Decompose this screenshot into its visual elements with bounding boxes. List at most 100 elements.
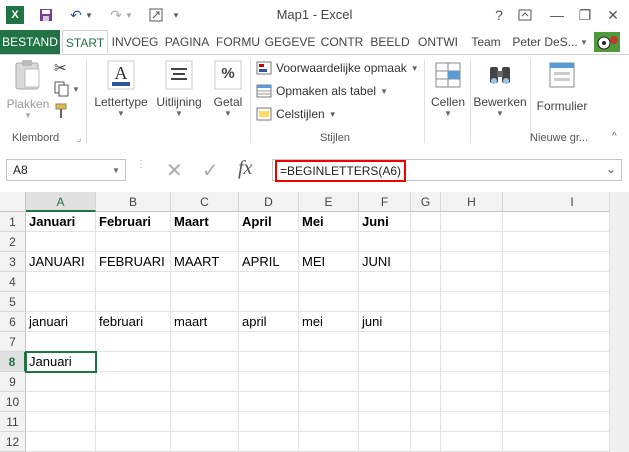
cell-styles-button[interactable]: Celstijlen ▼	[256, 104, 337, 124]
cell[interactable]	[441, 432, 503, 452]
cell[interactable]	[239, 272, 299, 292]
expand-formula-bar-icon[interactable]: ⌄	[606, 162, 616, 176]
tab-start[interactable]: START	[62, 30, 108, 54]
help-button[interactable]: ?	[488, 4, 510, 26]
cell[interactable]	[441, 372, 503, 392]
cell[interactable]: mei	[299, 312, 359, 332]
cell[interactable]	[299, 332, 359, 352]
cell[interactable]	[359, 272, 411, 292]
cell[interactable]	[359, 232, 411, 252]
tab-ontwi[interactable]: ONTWI	[414, 30, 462, 54]
cell[interactable]	[411, 412, 441, 432]
cell[interactable]: januari	[26, 312, 96, 332]
cell[interactable]	[441, 352, 503, 372]
row-header[interactable]: 5	[0, 292, 26, 312]
cell[interactable]	[359, 332, 411, 352]
cell[interactable]	[359, 352, 411, 372]
row-header[interactable]: 11	[0, 412, 26, 432]
copy-icon[interactable]	[54, 81, 72, 99]
cell[interactable]	[26, 232, 96, 252]
cell[interactable]: MAART	[171, 252, 239, 272]
cell[interactable]	[441, 412, 503, 432]
row-header[interactable]: 10	[0, 392, 26, 412]
cell[interactable]	[96, 372, 171, 392]
cell[interactable]: JUNI	[359, 252, 411, 272]
tab-gegeve[interactable]: GEGEVE	[264, 30, 316, 54]
cell[interactable]	[299, 232, 359, 252]
cell[interactable]	[96, 352, 171, 372]
cells-button[interactable]: Cellen ▼	[426, 59, 470, 118]
cell[interactable]	[171, 412, 239, 432]
cell[interactable]	[441, 252, 503, 272]
cell[interactable]	[299, 352, 359, 372]
cell[interactable]	[171, 432, 239, 452]
cell[interactable]	[26, 272, 96, 292]
name-box-dropdown-icon[interactable]: ▼	[112, 166, 120, 175]
cell[interactable]	[359, 432, 411, 452]
cell[interactable]	[171, 272, 239, 292]
conditional-formatting-button[interactable]: Voorwaardelijke opmaak ▼	[256, 58, 419, 78]
format-painter-icon[interactable]	[54, 103, 72, 121]
cell[interactable]: Mei	[299, 212, 359, 232]
cell[interactable]	[26, 392, 96, 412]
cell[interactable]	[96, 332, 171, 352]
tab-pagina[interactable]: PAGINA	[162, 30, 212, 54]
cell[interactable]	[411, 252, 441, 272]
cell[interactable]	[411, 272, 441, 292]
worksheet-grid[interactable]: ABCDEFGHI 1 2 3 4 5 6 7 8 9 10 11 12 Januari Februar…	[0, 192, 629, 452]
cell[interactable]	[299, 412, 359, 432]
row-header[interactable]: 3	[0, 252, 26, 272]
cell[interactable]	[171, 392, 239, 412]
cell[interactable]	[299, 292, 359, 312]
cell[interactable]	[239, 292, 299, 312]
cell[interactable]	[411, 232, 441, 252]
cell[interactable]	[411, 312, 441, 332]
cell[interactable]	[171, 232, 239, 252]
enter-icon[interactable]: ✓	[202, 158, 219, 183]
cell[interactable]	[359, 292, 411, 312]
row-header[interactable]: 1	[0, 212, 26, 232]
cell[interactable]	[96, 232, 171, 252]
cancel-icon[interactable]: ✕	[166, 158, 183, 183]
cell[interactable]	[239, 372, 299, 392]
alignment-button[interactable]: Uitlijning ▼	[152, 59, 206, 118]
cell[interactable]	[26, 332, 96, 352]
cell[interactable]	[441, 392, 503, 412]
cell[interactable]	[411, 392, 441, 412]
cell[interactable]	[441, 312, 503, 332]
cell[interactable]	[411, 332, 441, 352]
cell[interactable]: JANUARI	[26, 252, 96, 272]
copy-dropdown-icon[interactable]: ▼	[72, 85, 80, 94]
cell[interactable]	[171, 372, 239, 392]
row-header[interactable]: 6	[0, 312, 26, 332]
formula-input[interactable]: =BEGINLETTERS(A6)	[272, 159, 622, 182]
clipboard-launcher-icon[interactable]: ⌟	[77, 133, 81, 144]
cell[interactable]	[441, 332, 503, 352]
column-header[interactable]: H	[441, 192, 503, 212]
cell[interactable]	[299, 272, 359, 292]
ribbon-display-options-button[interactable]	[514, 4, 536, 26]
cell[interactable]	[96, 272, 171, 292]
cell[interactable]: april	[239, 312, 299, 332]
tab-bestand[interactable]: BESTAND	[0, 30, 60, 54]
select-all-corner[interactable]	[0, 192, 26, 212]
font-button[interactable]: A Lettertype ▼	[90, 59, 152, 118]
column-header[interactable]: D	[239, 192, 299, 212]
cell[interactable]	[239, 332, 299, 352]
cell[interactable]	[411, 432, 441, 452]
splitter-handle-icon[interactable]: ⋮	[136, 160, 146, 178]
editing-button[interactable]: Bewerken ▼	[472, 59, 528, 118]
form-button[interactable]: Formulier	[532, 59, 592, 113]
cell[interactable]	[441, 232, 503, 252]
row-header[interactable]: 8	[0, 352, 26, 372]
column-header[interactable]: A	[26, 192, 96, 212]
tab-team[interactable]: Team	[466, 30, 506, 54]
cell[interactable]	[299, 392, 359, 412]
cell[interactable]	[26, 412, 96, 432]
cell[interactable]: Januari	[26, 212, 96, 232]
column-header[interactable]: E	[299, 192, 359, 212]
cell[interactable]: Februari	[96, 212, 171, 232]
close-button[interactable]: ✕	[602, 4, 624, 26]
collapse-ribbon-icon[interactable]: ^	[612, 131, 617, 142]
avatar[interactable]	[594, 32, 620, 52]
